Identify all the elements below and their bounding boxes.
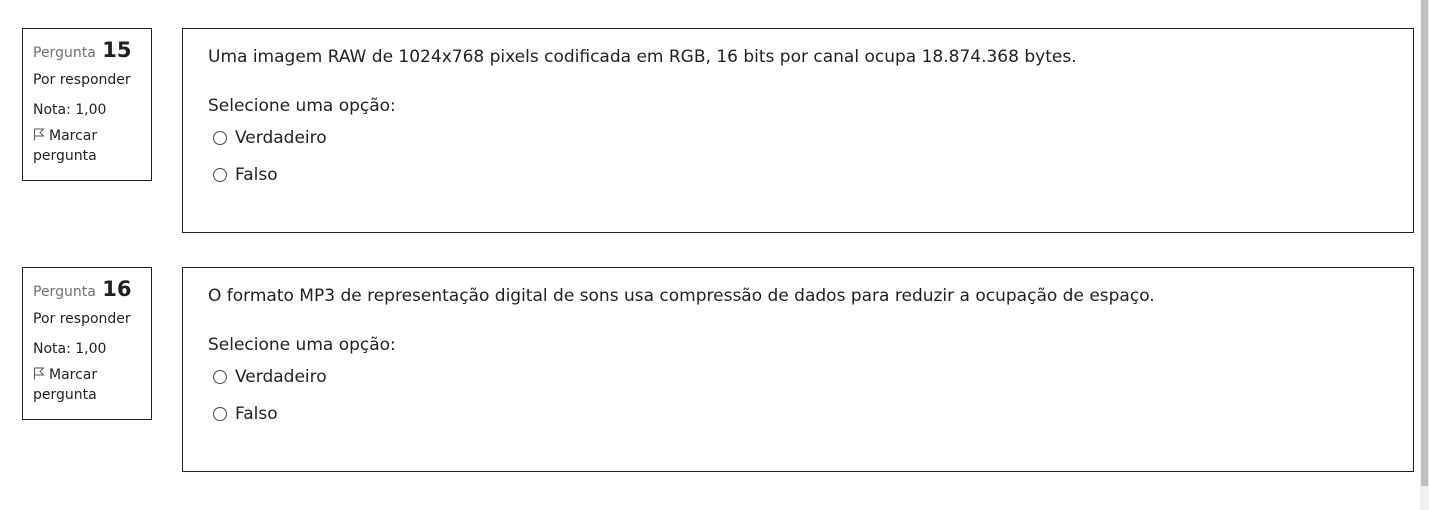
answer-label[interactable]: Verdadeiro	[235, 367, 327, 387]
question-number: Pergunta 16	[33, 276, 141, 304]
flag-question-link[interactable]: Marcar pergunta	[33, 126, 141, 166]
answer-option-verdadeiro[interactable]: Verdadeiro	[208, 358, 1388, 395]
question-text: Uma imagem RAW de 1024x768 pixels codifi…	[208, 47, 1077, 67]
question-number: Pergunta 15	[33, 37, 141, 65]
question-text: O formato MP3 de representação digital d…	[208, 286, 1155, 306]
question-label: Pergunta	[33, 284, 96, 300]
answer-option-falso[interactable]: Falso	[208, 156, 1388, 193]
question-content: Uma imagem RAW de 1024x768 pixels codifi…	[182, 28, 1414, 233]
flag-icon	[33, 366, 45, 380]
question-info: Pergunta 15 Por responder Nota: 1,00 Mar…	[22, 28, 152, 181]
answer-label[interactable]: Falso	[235, 165, 278, 185]
scrollbar-thumb[interactable]	[1421, 0, 1428, 486]
answer-option-verdadeiro[interactable]: Verdadeiro	[208, 119, 1388, 156]
question-number-value: 15	[102, 38, 132, 62]
radio-button[interactable]	[213, 369, 227, 384]
question-state: Por responder	[33, 311, 131, 327]
flag-question-link[interactable]: Marcar pergunta	[33, 365, 141, 405]
radio-button[interactable]	[213, 406, 227, 421]
question-info: Pergunta 16 Por responder Nota: 1,00 Mar…	[22, 267, 152, 420]
quiz-page: Pergunta 15 Por responder Nota: 1,00 Mar…	[0, 0, 1429, 510]
question-content: O formato MP3 de representação digital d…	[182, 267, 1414, 472]
question-state: Por responder	[33, 72, 131, 88]
answer-prompt: Selecione uma opção:	[208, 96, 396, 116]
question-grade: Nota: 1,00	[33, 102, 107, 118]
question-number-value: 16	[102, 277, 132, 301]
answer-option-falso[interactable]: Falso	[208, 395, 1388, 432]
question-grade: Nota: 1,00	[33, 341, 107, 357]
question-label: Pergunta	[33, 45, 96, 61]
flag-label-line1: Marcar	[49, 367, 98, 383]
answer-prompt: Selecione uma opção:	[208, 335, 396, 355]
radio-button[interactable]	[213, 167, 227, 182]
answer-label[interactable]: Verdadeiro	[235, 128, 327, 148]
scrollbar[interactable]	[1420, 0, 1429, 510]
flag-label-line1: Marcar	[49, 128, 98, 144]
radio-button[interactable]	[213, 130, 227, 145]
flag-icon	[33, 127, 45, 141]
flag-label-line2: pergunta	[33, 387, 97, 403]
answer-label[interactable]: Falso	[235, 404, 278, 424]
flag-label-line2: pergunta	[33, 148, 97, 164]
